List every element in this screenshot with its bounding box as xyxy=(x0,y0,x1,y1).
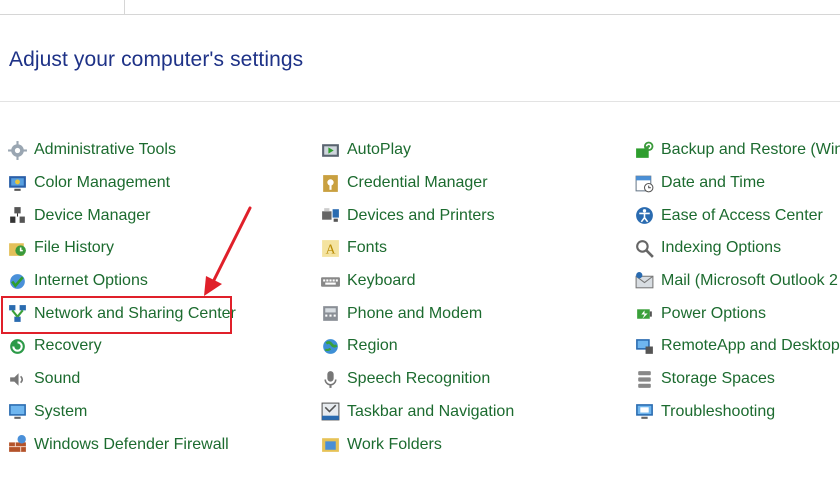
control-panel-item-autoplay[interactable]: AutoPlay xyxy=(320,134,514,167)
control-panel-item-label: Color Management xyxy=(34,174,171,192)
control-panel-item-label: Recovery xyxy=(34,337,102,355)
recovery-icon xyxy=(7,336,28,357)
date-time-icon xyxy=(634,173,655,194)
phone-modem-icon xyxy=(320,303,341,324)
column-middle: AutoPlay Credential Manager Devices and Pr… xyxy=(320,134,514,461)
control-panel-item-label: Region xyxy=(347,337,398,355)
control-panel-item-storage-spaces[interactable]: Storage Spaces xyxy=(634,363,840,396)
fonts-icon: A xyxy=(320,238,341,259)
storage-spaces-icon xyxy=(634,369,655,390)
control-panel-item-label: Power Options xyxy=(661,304,766,322)
control-panel-item-mail-microsoft-outlook-2[interactable]: Mail (Microsoft Outlook 2 xyxy=(634,265,840,298)
highlight-box-annotation xyxy=(1,296,232,334)
control-panel-item-label: Device Manager xyxy=(34,206,151,224)
control-panel-item-speech-recognition[interactable]: Speech Recognition xyxy=(320,363,514,396)
keyboard-icon xyxy=(320,271,341,292)
firewall-icon xyxy=(7,434,28,455)
control-panel-item-label: Internet Options xyxy=(34,272,148,290)
annotation-arrow-icon xyxy=(204,206,252,296)
ease-of-access-icon xyxy=(634,205,655,226)
control-panel-item-fonts[interactable]: A Fonts xyxy=(320,232,514,265)
control-panel-item-date-and-time[interactable]: Date and Time xyxy=(634,167,840,200)
credential-manager-icon xyxy=(320,173,341,194)
troubleshooting-icon xyxy=(634,401,655,422)
control-panel-item-label: Troubleshooting xyxy=(661,402,776,420)
control-panel-item-label: File History xyxy=(34,239,115,257)
control-panel-item-label: Speech Recognition xyxy=(347,370,491,388)
control-panel-item-label: Phone and Modem xyxy=(347,304,483,322)
admin-tools-icon xyxy=(7,140,28,161)
control-panel-item-label: Keyboard xyxy=(347,272,416,290)
control-panel-item-keyboard[interactable]: Keyboard xyxy=(320,265,514,298)
region-icon xyxy=(320,336,341,357)
control-panel-item-label: Devices and Printers xyxy=(347,206,495,224)
control-panel-item-color-management[interactable]: Color Management xyxy=(7,167,236,200)
header-divider xyxy=(0,101,840,102)
control-panel-item-power-options[interactable]: Power Options xyxy=(634,297,840,330)
control-panel-item-system[interactable]: System xyxy=(7,396,236,429)
control-panel-item-label: Work Folders xyxy=(347,435,442,453)
control-panel-item-label: Credential Manager xyxy=(347,174,488,192)
control-panel-item-label: Windows Defender Firewall xyxy=(34,435,229,453)
page-title: Adjust your computer's settings xyxy=(9,48,304,71)
control-panel-item-label: System xyxy=(34,402,88,420)
control-panel-item-sound[interactable]: Sound xyxy=(7,363,236,396)
sound-icon xyxy=(7,369,28,390)
tab-divider xyxy=(124,0,125,14)
column-right: Backup and Restore (Wind Date and Time Eas… xyxy=(634,134,840,428)
work-folders-icon xyxy=(320,434,341,455)
control-panel-item-label: Fonts xyxy=(347,239,388,257)
control-panel-item-work-folders[interactable]: Work Folders xyxy=(320,428,514,461)
control-panel-item-label: Administrative Tools xyxy=(34,141,176,159)
control-panel-item-remoteapp-and-desktop[interactable]: RemoteApp and Desktop xyxy=(634,330,840,363)
control-panel-item-backup-and-restore-wind[interactable]: Backup and Restore (Wind xyxy=(634,134,840,167)
color-management-icon xyxy=(7,173,28,194)
microphone-icon xyxy=(320,369,341,390)
taskbar-icon xyxy=(320,401,341,422)
autoplay-icon xyxy=(320,140,341,161)
control-panel-item-label: AutoPlay xyxy=(347,141,412,159)
control-panel-item-administrative-tools[interactable]: Administrative Tools xyxy=(7,134,236,167)
internet-options-icon xyxy=(7,271,28,292)
control-panel-item-region[interactable]: Region xyxy=(320,330,514,363)
control-panel-item-devices-and-printers[interactable]: Devices and Printers xyxy=(320,199,514,232)
control-panel-item-label: Storage Spaces xyxy=(661,370,775,388)
mail-icon xyxy=(634,271,655,292)
control-panel-item-phone-and-modem[interactable]: Phone and Modem xyxy=(320,297,514,330)
control-panel-item-indexing-options[interactable]: Indexing Options xyxy=(634,232,840,265)
power-options-icon xyxy=(634,303,655,324)
control-panel-item-label: Mail (Microsoft Outlook 2 xyxy=(661,272,838,290)
control-panel-item-label: Ease of Access Center xyxy=(661,206,823,224)
control-panel-item-troubleshooting[interactable]: Troubleshooting xyxy=(634,396,840,429)
system-icon xyxy=(7,401,28,422)
remoteapp-icon xyxy=(634,336,655,357)
control-panel-item-label: Taskbar and Navigation xyxy=(347,402,515,420)
control-panel-item-taskbar-and-navigation[interactable]: Taskbar and Navigation xyxy=(320,396,514,429)
control-panel-item-windows-defender-firewall[interactable]: Windows Defender Firewall xyxy=(7,428,236,461)
control-panel-item-label: RemoteApp and Desktop xyxy=(661,337,840,355)
control-panel-item-label: Sound xyxy=(34,370,81,388)
control-panel-item-recovery[interactable]: Recovery xyxy=(7,330,236,363)
svg-text:A: A xyxy=(326,242,336,257)
control-panel-item-credential-manager[interactable]: Credential Manager xyxy=(320,167,514,200)
control-panel-item-label: Indexing Options xyxy=(661,239,782,257)
control-panel-item-ease-of-access-center[interactable]: Ease of Access Center xyxy=(634,199,840,232)
indexing-icon xyxy=(634,238,655,259)
window-top-bar xyxy=(0,0,840,15)
devices-printers-icon xyxy=(320,205,341,226)
file-history-icon xyxy=(7,238,28,259)
control-panel-item-label: Date and Time xyxy=(661,174,766,192)
device-manager-icon xyxy=(7,205,28,226)
backup-restore-icon xyxy=(634,140,655,161)
control-panel-item-label: Backup and Restore (Wind xyxy=(661,141,840,159)
